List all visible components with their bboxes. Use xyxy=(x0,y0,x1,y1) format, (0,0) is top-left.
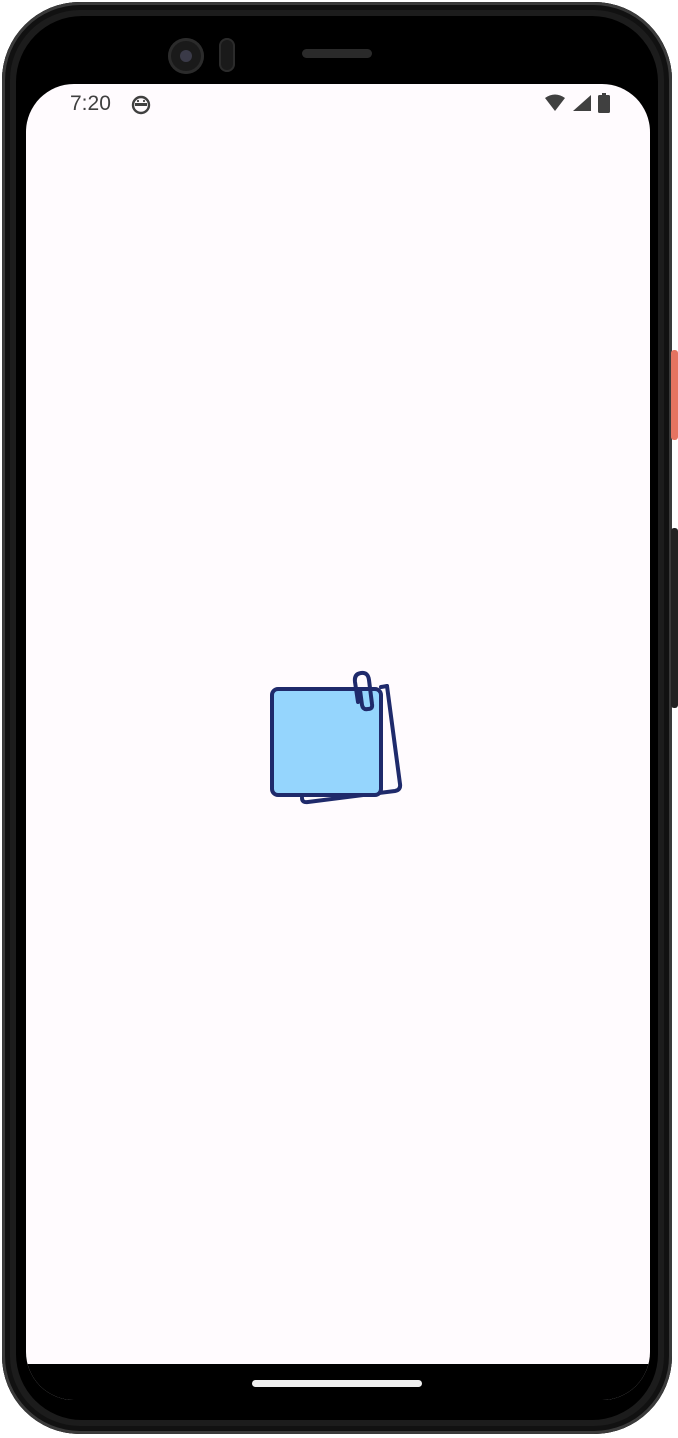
proximity-sensor xyxy=(219,38,235,72)
home-indicator[interactable] xyxy=(252,1380,422,1387)
power-button[interactable] xyxy=(671,350,678,440)
cellular-signal-icon xyxy=(572,94,592,117)
screen: 7:20 xyxy=(26,84,650,1400)
sticky-notes-icon xyxy=(262,668,412,814)
status-bar: 7:20 xyxy=(26,84,650,126)
volume-button[interactable] xyxy=(671,528,678,708)
earpiece-speaker xyxy=(302,49,372,58)
front-camera xyxy=(168,38,204,74)
status-time: 7:20 xyxy=(70,92,111,115)
android-debug-icon xyxy=(130,94,152,116)
battery-icon xyxy=(598,92,610,118)
navigation-bar xyxy=(26,1364,650,1400)
status-icons xyxy=(544,92,610,118)
wifi-icon xyxy=(544,94,566,117)
